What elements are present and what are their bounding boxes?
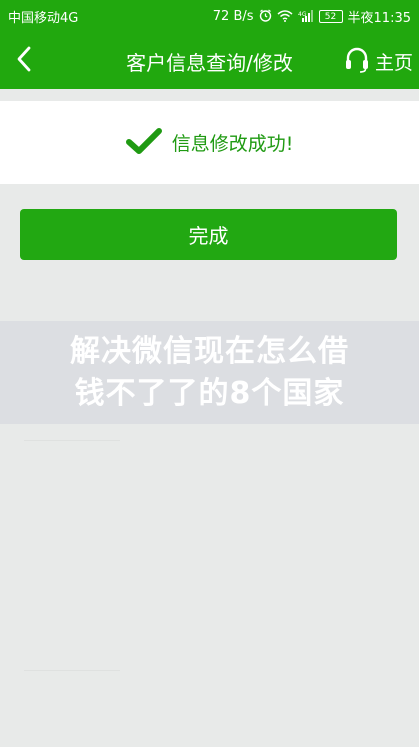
- svg-text:4G: 4G: [298, 11, 307, 18]
- watermark-overlay: 解决微信现在怎么借 钱不了了的8个国家: [0, 321, 419, 424]
- carrier-label: 中国移动4G: [8, 11, 79, 26]
- alarm-icon: [259, 9, 272, 24]
- headset-icon: [344, 45, 370, 78]
- checkmark-icon: [125, 127, 162, 159]
- chevron-left-icon: [15, 45, 33, 77]
- divider-line: [24, 670, 120, 671]
- home-button[interactable]: 主页: [344, 43, 413, 79]
- home-label: 主页: [374, 51, 413, 74]
- app-header: 客户信息查询/修改 主页: [0, 33, 419, 89]
- back-button[interactable]: [6, 43, 42, 79]
- network-speed: 72 B/s: [212, 9, 254, 24]
- overlay-line-2: 钱不了了的8个国家: [74, 375, 345, 411]
- battery-indicator: 52: [318, 10, 343, 23]
- success-message: 信息修改成功!: [171, 133, 294, 155]
- success-panel: 信息修改成功!: [0, 101, 419, 184]
- clock-time: 半夜11:35: [347, 11, 411, 26]
- done-button[interactable]: 完成: [20, 209, 397, 260]
- status-right-group: 72 B/s 4G 52 半夜11:35: [213, 7, 411, 26]
- overlay-line-1: 解决微信现在怎么借: [70, 333, 349, 369]
- wifi-icon: [277, 9, 293, 24]
- divider-line: [24, 440, 120, 441]
- phone-screen: 中国移动4G 72 B/s 4G 52 半夜11:35 客户信息查询/修改 主页…: [0, 0, 419, 747]
- status-bar: 中国移动4G 72 B/s 4G 52 半夜11:35: [0, 0, 419, 33]
- cell-signal-icon: 4G: [298, 9, 314, 24]
